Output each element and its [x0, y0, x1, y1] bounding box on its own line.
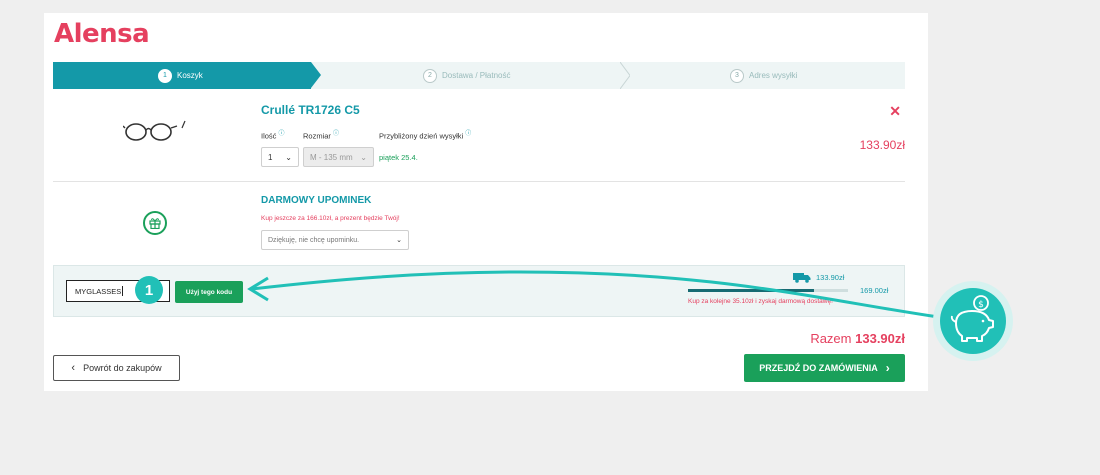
- annotation-arrow: [247, 270, 946, 320]
- svg-text:$: $: [978, 300, 984, 310]
- piggy-bank-icon: $: [932, 280, 1014, 362]
